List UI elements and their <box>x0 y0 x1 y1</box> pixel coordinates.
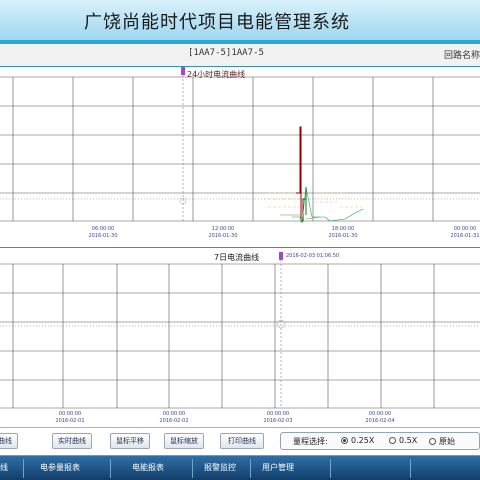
chart-7day-title: 7日电流曲线 <box>214 252 259 262</box>
nav-divider <box>410 459 411 478</box>
nav-divider <box>192 459 193 478</box>
x-tick-label: 00:00:00 <box>454 226 476 232</box>
x-tick-label: 00:00:00 <box>163 411 185 417</box>
scale-option-05x[interactable]: 0.5X <box>389 436 417 445</box>
chart-cursor-marker[interactable] <box>279 252 283 260</box>
title-bar: 广饶尚能时代项目电能管理系统 <box>0 0 480 40</box>
x-tick-date: 2016-01-30 <box>208 233 237 239</box>
x-tick-date: 2016-02-03 <box>263 418 292 424</box>
print-curve-button[interactable]: 打印曲线 <box>220 433 264 449</box>
x-tick-label: 18:00:00 <box>332 226 354 232</box>
cursor-time-label: 2016-02-03 01:06:50 <box>286 253 339 259</box>
circuit-name-label: 回路名称 <box>444 51 480 61</box>
x-tick-label: 12:00:00 <box>212 226 234 232</box>
nav-divider <box>250 459 251 478</box>
chart-7day-current[interactable]: 2016-02-03 01:06:50 7日电流曲线 00:00:00 2016… <box>0 247 480 428</box>
chart-24h-title: 24小时电流曲线 <box>187 69 245 79</box>
nav-item-alarm-monitor[interactable]: 报警监控 <box>204 462 236 473</box>
bottom-nav: 线 电参量报表 电能报表 报警监控 用户管理 <box>0 455 480 480</box>
radio-selected-icon <box>341 437 348 444</box>
x-tick-date: 2016-01-30 <box>88 233 117 239</box>
mouse-zoom-button[interactable]: 鼠标缩放 <box>164 433 204 449</box>
x-tick-label: 00:00:00 <box>267 411 289 417</box>
nav-divider <box>110 459 111 478</box>
chart-cursor-marker[interactable] <box>181 67 185 75</box>
chart-toolbar: 曲线 实时曲线 鼠标平移 鼠标缩放 打印曲线 量程选择: 0.25X 0.5X … <box>0 427 480 453</box>
scale-label: 量程选择: <box>293 437 328 446</box>
x-tick-label: 06:00:00 <box>92 226 114 232</box>
realtime-curve-button[interactable]: 实时曲线 <box>52 433 92 449</box>
x-tick-date: 2016-02-02 <box>159 418 188 424</box>
scale-option-original[interactable]: 原始 <box>429 436 455 447</box>
nav-divider <box>330 459 331 478</box>
nav-item-curve[interactable]: 线 <box>0 462 8 473</box>
radio-icon <box>389 437 396 444</box>
curve-button[interactable]: 曲线 <box>0 433 18 449</box>
x-tick-date: 2016-02-04 <box>365 418 394 424</box>
x-tick-date: 2016-02-01 <box>55 418 84 424</box>
x-tick-date: 2016-01-31 <box>450 233 479 239</box>
x-tick-label: 00:00:00 <box>369 411 391 417</box>
app-title: 广饶尚能时代项目电能管理系统 <box>84 12 350 33</box>
chart-24h-current[interactable]: 24小时电流曲线 06:00:00 2016-01-30 12:00:00 20… <box>0 66 480 243</box>
mouse-pan-button[interactable]: 鼠标平移 <box>110 433 150 449</box>
nav-item-parameter-report[interactable]: 电参量报表 <box>40 462 80 473</box>
circuit-header: [1AA7-5]1AA7-5 回路名称 <box>0 44 480 66</box>
circuit-id: [1AA7-5]1AA7-5 <box>188 48 264 58</box>
radio-icon <box>429 438 436 445</box>
scale-selector: 量程选择: 0.25X 0.5X 原始 <box>280 432 480 450</box>
nav-item-user-management[interactable]: 用户管理 <box>262 462 294 473</box>
x-tick-date: 2016-01-30 <box>328 233 357 239</box>
nav-divider <box>23 459 24 478</box>
x-tick-label: 00:00:00 <box>59 411 81 417</box>
scale-option-025x[interactable]: 0.25X <box>341 436 374 445</box>
nav-item-energy-report[interactable]: 电能报表 <box>132 462 164 473</box>
